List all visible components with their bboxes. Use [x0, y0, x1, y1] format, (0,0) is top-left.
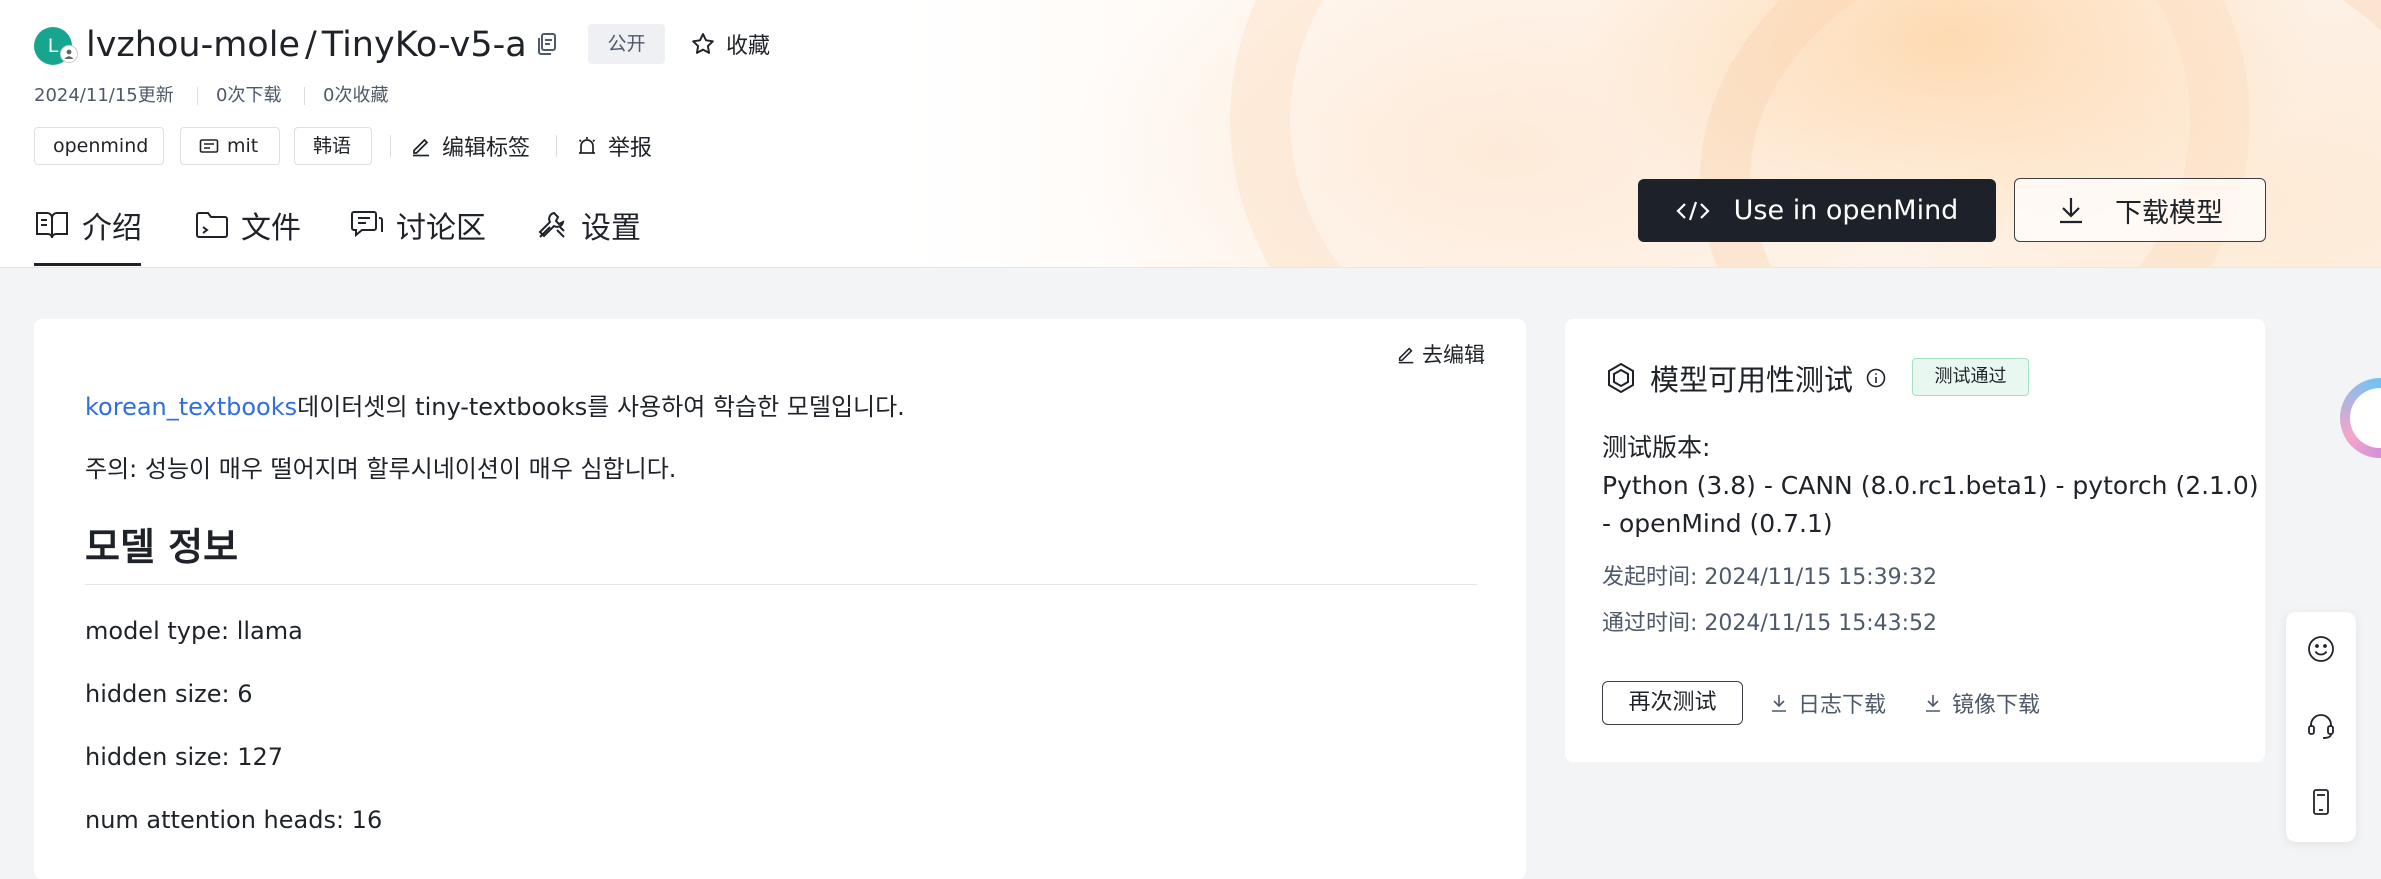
info-icon[interactable]: [1865, 367, 1887, 389]
tag-openmind[interactable]: openmind: [34, 127, 164, 165]
book-icon: [36, 212, 68, 239]
repo-header: L lvzhou-mole / TinyKo-v5-a 公开 收藏 2024/11/…: [0, 0, 2381, 268]
log-download-link[interactable]: 日志下载: [1770, 684, 1886, 722]
tag-label: openmind: [53, 135, 149, 157]
folder-icon: [196, 212, 228, 238]
download-icon: [1772, 695, 1786, 712]
tag-license[interactable]: mit: [180, 127, 280, 165]
readme-heading: 모델 정보: [85, 525, 239, 569]
pass-time: 通过时间: 2024/11/15 15:43:52: [1602, 611, 1938, 636]
tab-files[interactable]: 文件: [195, 202, 301, 248]
heading-divider: [85, 584, 1477, 585]
report-label: 举报: [608, 136, 653, 161]
tab-label: 讨论区: [396, 211, 486, 246]
model-info-item: hidden size: 127: [85, 743, 284, 771]
alarm-icon: [578, 137, 596, 154]
visibility-badge: 公开: [588, 24, 665, 64]
use-in-openmind-button[interactable]: Use in openMind: [1638, 179, 1996, 242]
tab-label: 介绍: [82, 211, 142, 246]
start-time: 发起时间: 2024/11/15 15:39:32: [1602, 565, 1938, 590]
use-in-openmind-label: Use in openMind: [1733, 195, 1959, 226]
favorite-count: 0次收藏: [323, 85, 389, 106]
license-icon: [199, 139, 219, 153]
feedback-smile-icon[interactable]: [2306, 634, 2336, 664]
mobile-app-icon[interactable]: [2306, 787, 2336, 817]
tab-intro[interactable]: 介绍: [34, 202, 142, 248]
favorite-label: 收藏: [726, 34, 771, 59]
code-icon: [1676, 201, 1710, 220]
edit-readme-link[interactable]: 去编辑: [1396, 339, 1485, 369]
image-download-label: 镜像下载: [1952, 693, 2041, 718]
repo-owner-link[interactable]: lvzhou-mole: [86, 25, 300, 65]
log-download-label: 日志下载: [1798, 693, 1887, 718]
download-model-button[interactable]: 下载模型: [2014, 178, 2266, 242]
meta-divider: [304, 87, 305, 105]
retest-button[interactable]: 再次测试: [1602, 681, 1743, 725]
availability-title-text: 模型可用性测试: [1650, 363, 1854, 397]
customer-service-icon[interactable]: [2306, 711, 2336, 741]
edit-tags-button[interactable]: 编辑标签: [410, 128, 530, 164]
download-icon: [2060, 198, 2082, 224]
dataset-link[interactable]: korean_textbooks: [85, 393, 297, 421]
availability-title: 模型可用性测试: [1604, 357, 1887, 399]
favorite-button[interactable]: 收藏: [690, 26, 770, 62]
tool-divider: [390, 135, 391, 157]
tab-label: 文件: [241, 211, 301, 246]
edit-tags-label: 编辑标签: [442, 136, 531, 161]
tag-language[interactable]: 韩语: [294, 127, 372, 165]
readme-intro-text: 데이터셋의 tiny-textbooks를 사용하여 학습한 모델입니다.: [297, 393, 905, 421]
tag-label: mit: [227, 135, 259, 157]
tab-label: 设置: [581, 211, 641, 246]
active-tab-indicator: [34, 263, 141, 266]
pencil-icon: [1398, 347, 1414, 364]
hexagon-icon: [1608, 362, 1634, 394]
model-info-item: num attention heads: 16: [85, 806, 383, 834]
download-icon: [1926, 695, 1940, 712]
image-download-link[interactable]: 镜像下载: [1924, 684, 2040, 722]
test-version-label: 测试版本:: [1602, 433, 1711, 462]
report-button[interactable]: 举报: [576, 128, 652, 164]
user-badge-icon: [60, 45, 78, 63]
pencil-icon: [413, 138, 429, 157]
discussion-icon: [351, 211, 383, 238]
status-badge: 测试通过: [1912, 358, 2029, 396]
tab-discussion[interactable]: 讨论区: [350, 202, 486, 248]
edit-readme-label: 去编辑: [1422, 343, 1485, 367]
settings-icon: [538, 211, 565, 238]
copy-icon[interactable]: [534, 31, 560, 57]
repo-name: TinyKo-v5-a: [321, 25, 527, 65]
repo-title-separator: /: [304, 25, 317, 65]
readme-warning: 주의: 성능이 매우 떨어지며 할루시네이션이 매우 심합니다.: [85, 455, 677, 483]
tool-divider: [556, 135, 557, 157]
model-info-item: hidden size: 6: [85, 680, 253, 708]
star-icon: [692, 33, 714, 54]
tag-label: 韩语: [313, 135, 352, 157]
test-version-value: Python (3.8) - CANN (8.0.rc1.beta1) - py…: [1602, 471, 2259, 500]
test-version-value-cont: - openMind (0.7.1): [1602, 509, 1833, 538]
download-count: 0次下载: [216, 85, 282, 106]
repo-title: lvzhou-mole / TinyKo-v5-a: [86, 22, 527, 68]
readme-intro: korean_textbooks데이터셋의 tiny-textbooks를 사용…: [85, 390, 905, 424]
meta-divider: [197, 87, 198, 105]
download-model-label: 下载模型: [2115, 197, 2223, 229]
model-info-item: model type: llama: [85, 617, 303, 645]
updated-date: 2024/11/15更新: [34, 85, 174, 106]
tab-settings[interactable]: 设置: [535, 202, 641, 248]
